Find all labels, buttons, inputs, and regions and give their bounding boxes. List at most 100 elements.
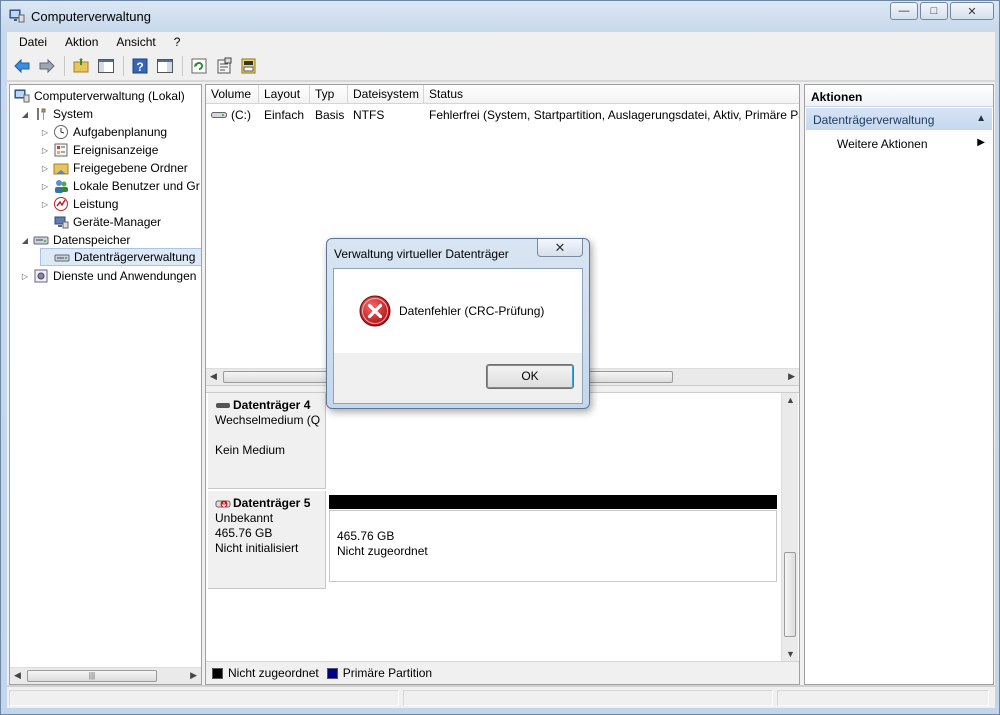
console-tree-icon	[98, 59, 114, 73]
collapse-arrow-icon[interactable]: ◢	[20, 236, 30, 245]
disk-graphical-view: Datenträger 4 Wechselmedium (Q Kein Medi…	[206, 393, 799, 661]
expand-arrow-icon[interactable]: ▷	[40, 164, 50, 173]
show-hide-action-pane-button[interactable]	[154, 55, 176, 77]
tree-item-storage[interactable]: ◢ Datenspeicher	[20, 231, 130, 249]
tree-item-label: Lokale Benutzer und Gr	[73, 179, 200, 193]
partition-state: Nicht zugeordnet	[337, 544, 428, 558]
dialog-close-button[interactable]: ✕	[537, 239, 583, 257]
error-dialog: Verwaltung virtueller Datenträger ✕ Date…	[326, 238, 590, 409]
tree-item-shared-folders[interactable]: ▷ Freigegebene Ordner	[40, 159, 188, 177]
expand-arrow-icon[interactable]: ▷	[40, 182, 50, 191]
actions-pane: Aktionen Datenträgerverwaltung ▲ Weitere…	[804, 84, 994, 685]
up-level-button[interactable]	[70, 55, 92, 77]
unallocated-partition[interactable]: 465.76 GB Nicht zugeordnet	[329, 510, 777, 582]
scroll-thumb[interactable]: |||	[27, 670, 157, 682]
disk-management-icon	[54, 254, 70, 262]
console-tree: Computerverwaltung (Lokal) ◢ System ▷ Au…	[9, 84, 202, 685]
clock-icon	[54, 125, 68, 139]
tree-item-label: Ereignisanzeige	[73, 143, 159, 157]
error-icon	[359, 295, 391, 327]
tree-item-performance[interactable]: ▷ Leistung	[40, 195, 118, 213]
scroll-right-icon[interactable]: ▶	[190, 670, 197, 681]
menu-aktion[interactable]: Aktion	[59, 35, 104, 49]
column-filesystem[interactable]: Dateisystem	[348, 85, 424, 103]
column-status[interactable]: Status	[424, 85, 799, 103]
tree-item-label: Freigegebene Ordner	[73, 161, 188, 175]
tree-item-task-scheduler[interactable]: ▷ Aufgabenplanung	[40, 123, 167, 141]
column-type[interactable]: Typ	[310, 85, 348, 103]
action-pane-icon	[157, 59, 173, 73]
shared-folder-icon	[53, 163, 69, 175]
dialog-message-area: Datenfehler (CRC-Prüfung)	[334, 269, 582, 353]
scroll-left-icon[interactable]: ◀	[210, 371, 217, 382]
action-more-actions[interactable]: Weitere Aktionen	[837, 137, 928, 151]
cell-layout: Einfach	[264, 108, 305, 122]
show-hide-tree-button[interactable]	[95, 55, 117, 77]
forward-button[interactable]	[36, 55, 58, 77]
disk-state: Kein Medium	[215, 443, 286, 457]
help-button[interactable]: ?	[129, 55, 151, 77]
expand-arrow-icon[interactable]: ▷	[40, 200, 50, 209]
scroll-thumb[interactable]	[784, 552, 796, 637]
tree-item-computer-management[interactable]: Computerverwaltung (Lokal)	[14, 87, 185, 105]
legend-label: Nicht zugeordnet	[228, 666, 319, 680]
refresh-icon	[191, 58, 207, 74]
tree-item-label: System	[53, 107, 94, 121]
unallocated-partition-header	[329, 495, 777, 509]
actions-title: Aktionen	[805, 85, 993, 107]
scroll-up-icon[interactable]: ▲	[786, 395, 795, 405]
svg-text:?: ?	[136, 60, 143, 74]
disk-state: Nicht initialisiert	[215, 541, 299, 555]
cell-type: Basis	[315, 108, 345, 122]
tree-item-event-viewer[interactable]: ▷ Ereignisanzeige	[40, 141, 158, 159]
menu-datei[interactable]: Datei	[13, 35, 53, 49]
menu-ansicht[interactable]: Ansicht	[110, 35, 161, 49]
disk-properties-button[interactable]	[238, 55, 260, 77]
partition-size: 465.76 GB	[337, 529, 395, 543]
collapse-arrow-icon[interactable]: ◢	[20, 110, 30, 119]
system-tools-icon	[37, 108, 46, 120]
column-layout[interactable]: Layout	[259, 85, 310, 103]
tree-item-services-apps[interactable]: ▷ Dienste und Anwendungen	[20, 267, 197, 285]
dialog-message: Datenfehler (CRC-Prüfung)	[399, 304, 545, 318]
maximize-button[interactable]: □	[920, 2, 948, 20]
folder-up-icon	[73, 58, 89, 73]
close-button[interactable]: ✕	[950, 2, 994, 20]
volume-row[interactable]: (C:) Einfach Basis NTFS Fehlerfrei (Syst…	[206, 106, 799, 124]
tree-item-local-users[interactable]: ▷ Lokale Benutzer und Gr	[40, 177, 200, 195]
tree-horizontal-scrollbar[interactable]: ◀ ||| ▶	[10, 667, 201, 684]
device-manager-icon	[54, 216, 69, 229]
disk-name: Datenträger 4	[233, 398, 311, 412]
tree-item-system[interactable]: ◢ System	[20, 105, 93, 123]
minimize-button[interactable]: —	[890, 2, 918, 20]
disk-size: 465.76 GB	[215, 526, 273, 540]
scroll-down-icon[interactable]: ▼	[786, 649, 795, 659]
refresh-button[interactable]	[188, 55, 210, 77]
actions-section-disk-management[interactable]: Datenträgerverwaltung ▲	[806, 108, 992, 130]
menu-help[interactable]: ?	[168, 35, 187, 49]
disk-4-label[interactable]: Datenträger 4 Wechselmedium (Q Kein Medi…	[208, 393, 326, 489]
scroll-right-icon[interactable]: ▶	[788, 371, 795, 382]
properties-button[interactable]	[213, 55, 235, 77]
submenu-arrow-icon[interactable]: ▶	[977, 137, 985, 148]
expand-arrow-icon[interactable]: ▷	[20, 272, 30, 281]
disk-view-vertical-scrollbar[interactable]: ▲ ▼	[781, 393, 798, 661]
ok-button[interactable]: OK	[486, 364, 574, 389]
scroll-left-icon[interactable]: ◀	[14, 670, 21, 681]
help-icon: ?	[132, 58, 148, 74]
users-icon	[55, 180, 68, 193]
legend-label: Primäre Partition	[342, 666, 433, 680]
cell-filesystem: NTFS	[353, 108, 385, 122]
title-bar[interactable]: Computerverwaltung — □ ✕	[1, 1, 999, 31]
toolbar-separator	[64, 56, 65, 76]
column-volume[interactable]: Volume	[206, 85, 259, 103]
expand-arrow-icon[interactable]: ▷	[40, 128, 50, 137]
status-segment	[777, 690, 989, 706]
tree-item-disk-management[interactable]: Datenträgerverwaltung	[40, 248, 201, 266]
collapse-up-icon[interactable]: ▲	[976, 113, 986, 124]
tree-item-device-manager[interactable]: Geräte-Manager	[40, 213, 161, 231]
back-button[interactable]	[11, 55, 33, 77]
expand-arrow-icon[interactable]: ▷	[40, 146, 50, 155]
section-label: Datenträgerverwaltung	[813, 113, 935, 127]
disk-5-label[interactable]: Datenträger 5 Unbekannt 465.76 GB Nicht …	[208, 491, 326, 589]
